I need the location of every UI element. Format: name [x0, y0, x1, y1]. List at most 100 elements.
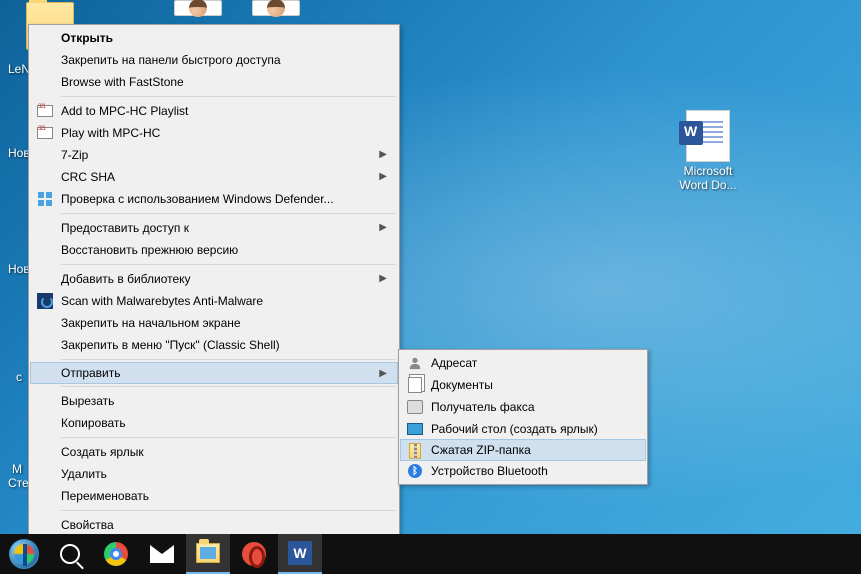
- submenu-item[interactable]: Рабочий стол (создать ярлык): [401, 418, 645, 440]
- mbam-icon: [36, 292, 54, 310]
- taskbar-chrome-button[interactable]: [94, 534, 138, 574]
- menu-item-label: Add to MPC-HC Playlist: [61, 104, 188, 118]
- submenu-item[interactable]: Получатель факса: [401, 396, 645, 418]
- context-submenu-send-to[interactable]: Адресат Документы Получатель факса Рабочий …: [398, 349, 648, 485]
- menu-item-label: Переименовать: [61, 489, 149, 503]
- bt-icon: ᛒ: [406, 462, 424, 480]
- word-icon: W: [288, 541, 312, 565]
- context-menu-item[interactable]: Открыть: [31, 27, 397, 49]
- context-menu-item[interactable]: Проверка с использованием Windows Defend…: [31, 188, 397, 210]
- word-doc-icon: [686, 110, 730, 162]
- photo-icon: [252, 0, 300, 16]
- context-menu-item[interactable]: Свойства: [31, 514, 397, 536]
- desktop-photo-icon[interactable]: [160, 0, 236, 16]
- context-menu-item[interactable]: Play with MPC-HC: [31, 122, 397, 144]
- taskbar-mail-button[interactable]: [140, 534, 184, 574]
- zip-icon: [406, 442, 424, 460]
- submenu-item[interactable]: ᛒ Устройство Bluetooth: [401, 460, 645, 482]
- context-menu-item[interactable]: Вырезать: [31, 390, 397, 412]
- start-icon: [9, 539, 39, 569]
- menu-item-label: CRC SHA: [61, 170, 115, 184]
- context-menu-item[interactable]: Browse with FastStone: [31, 71, 397, 93]
- submenu-item[interactable]: Сжатая ZIP-папка: [400, 439, 646, 461]
- context-menu-item[interactable]: 7-Zip▶: [31, 144, 397, 166]
- context-menu-item[interactable]: Переименовать: [31, 485, 397, 507]
- taskbar-search-button[interactable]: [48, 534, 92, 574]
- desktop-label-partial: M: [12, 462, 22, 476]
- menu-separator: [61, 264, 396, 265]
- desktop-photo-icon[interactable]: [238, 0, 314, 16]
- taskbar: W: [0, 534, 861, 574]
- context-menu-item[interactable]: Add to MPC-HC Playlist: [31, 100, 397, 122]
- submenu-arrow-icon: ▶: [379, 149, 387, 160]
- menu-item-label: Свойства: [61, 518, 114, 532]
- menu-item-label: Закрепить в меню "Пуск" (Classic Shell): [61, 338, 280, 352]
- context-menu-item[interactable]: Удалить: [31, 463, 397, 485]
- context-menu-item[interactable]: Scan with Malwarebytes Anti-Malware: [31, 290, 397, 312]
- submenu-arrow-icon: ▶: [379, 368, 387, 379]
- photo-icon: [174, 0, 222, 16]
- menu-item-label: Создать ярлык: [61, 445, 144, 459]
- taskbar-explorer-button[interactable]: [186, 534, 230, 574]
- defender-icon: [36, 190, 54, 208]
- menu-separator: [61, 96, 396, 97]
- context-menu-item[interactable]: Отправить ▶: [30, 362, 398, 384]
- desktop-word-doc[interactable]: Microsoft Word Do...: [670, 110, 746, 193]
- menu-item-label: Добавить в библиотеку: [61, 272, 191, 286]
- context-menu-item[interactable]: Создать ярлык: [31, 441, 397, 463]
- person-icon: [406, 354, 424, 372]
- opera-icon: [242, 542, 266, 566]
- explorer-icon: [196, 543, 220, 563]
- context-menu-item[interactable]: Закрепить на панели быстрого доступа: [31, 49, 397, 71]
- menu-item-label: Устройство Bluetooth: [431, 464, 548, 478]
- desktop-label-partial: Сте: [8, 476, 29, 490]
- desktop-label-partial: Нов: [8, 262, 30, 276]
- menu-item-label: Browse with FastStone: [61, 75, 184, 89]
- taskbar-opera-button[interactable]: [232, 534, 276, 574]
- menu-item-label: Сжатая ZIP-папка: [431, 443, 531, 457]
- menu-item-label: Отправить: [61, 366, 121, 380]
- context-menu-item[interactable]: Предоставить доступ к ▶: [31, 217, 397, 239]
- chrome-icon: [104, 542, 128, 566]
- mail-icon: [150, 545, 174, 563]
- submenu-arrow-icon: ▶: [379, 273, 387, 284]
- menu-item-label: Документы: [431, 378, 493, 392]
- desktop-label-partial: c: [16, 370, 22, 384]
- menu-item-label: Проверка с использованием Windows Defend…: [61, 192, 334, 206]
- menu-item-label: Открыть: [61, 31, 113, 45]
- mpc-icon: [36, 102, 54, 120]
- menu-item-label: Удалить: [61, 467, 107, 481]
- menu-item-label: Закрепить на начальном экране: [61, 316, 241, 330]
- menu-item-label: Предоставить доступ к: [61, 221, 189, 235]
- context-menu-item[interactable]: Восстановить прежнюю версию: [31, 239, 397, 261]
- menu-separator: [61, 386, 396, 387]
- menu-separator: [61, 213, 396, 214]
- context-menu-item[interactable]: Закрепить на начальном экране: [31, 312, 397, 334]
- submenu-item[interactable]: Документы: [401, 374, 645, 396]
- menu-separator: [61, 359, 396, 360]
- context-menu-item[interactable]: Добавить в библиотеку ▶: [31, 268, 397, 290]
- fax-icon: [406, 398, 424, 416]
- menu-item-label: Восстановить прежнюю версию: [61, 243, 238, 257]
- submenu-arrow-icon: ▶: [379, 171, 387, 182]
- start-button[interactable]: [2, 534, 46, 574]
- taskbar-word-button[interactable]: W: [278, 534, 322, 574]
- submenu-item[interactable]: Адресат: [401, 352, 645, 374]
- context-menu[interactable]: Открыть Закрепить на панели быстрого дост…: [28, 24, 400, 539]
- context-menu-item[interactable]: Копировать: [31, 412, 397, 434]
- menu-separator: [61, 437, 396, 438]
- submenu-arrow-icon: ▶: [379, 222, 387, 233]
- mpc-icon: [36, 124, 54, 142]
- desktop-icon-label: Microsoft Word Do...: [670, 165, 746, 193]
- menu-item-label: Получатель факса: [431, 400, 535, 414]
- menu-item-label: Адресат: [431, 356, 477, 370]
- context-menu-item[interactable]: CRC SHA ▶: [31, 166, 397, 188]
- menu-item-label: Play with MPC-HC: [61, 126, 160, 140]
- context-menu-item[interactable]: Закрепить в меню "Пуск" (Classic Shell): [31, 334, 397, 356]
- menu-separator: [61, 510, 396, 511]
- search-icon: [60, 544, 80, 564]
- desk-icon: [406, 420, 424, 438]
- desktop-label-partial: Нов: [8, 146, 30, 160]
- menu-item-label: Копировать: [61, 416, 126, 430]
- menu-item-label: Закрепить на панели быстрого доступа: [61, 53, 281, 67]
